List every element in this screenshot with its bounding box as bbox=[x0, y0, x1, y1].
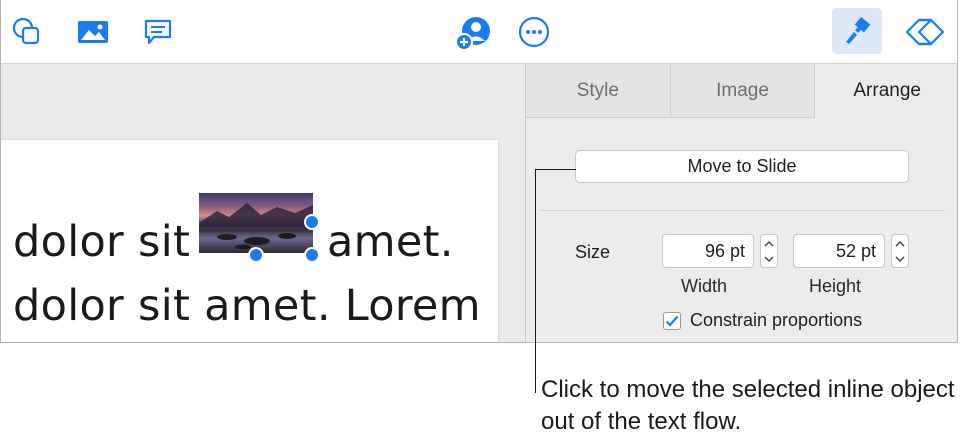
callout-leader-line bbox=[535, 169, 536, 393]
width-label: Width bbox=[681, 276, 728, 296]
tab-image[interactable]: Image bbox=[670, 64, 816, 118]
divider bbox=[540, 210, 945, 211]
slide-text-before-image: dolor sit bbox=[13, 217, 191, 267]
media-icon bbox=[78, 21, 108, 43]
comment-icon bbox=[144, 19, 172, 45]
slide-canvas: dolor sit amet. dolor sit amet. Lorem bbox=[1, 64, 526, 342]
width-field[interactable]: 96 pt bbox=[662, 234, 754, 268]
toolbar bbox=[1, 0, 957, 64]
app-window: dolor sit amet. dolor sit amet. Lorem St… bbox=[0, 0, 958, 343]
mountain-lake-image-icon bbox=[199, 203, 313, 250]
format-sidebar: Style Image Arrange Move to Slide Size 9… bbox=[526, 64, 957, 342]
callout-leader-tick bbox=[535, 169, 576, 170]
constrain-proportions-row[interactable]: Constrain proportions bbox=[663, 310, 862, 331]
height-label: Height bbox=[809, 276, 862, 296]
chevron-down-icon bbox=[895, 255, 905, 262]
more-icon bbox=[518, 16, 550, 48]
resize-handle-bottom-right[interactable] bbox=[304, 247, 320, 263]
resize-handle-bottom-center[interactable] bbox=[248, 247, 264, 263]
shape-button[interactable] bbox=[9, 14, 45, 50]
collaborate-button[interactable] bbox=[453, 13, 493, 53]
animate-icon bbox=[905, 18, 945, 46]
chevron-up-icon bbox=[764, 240, 774, 247]
more-button[interactable] bbox=[516, 14, 552, 50]
sidebar-tabs: Style Image Arrange bbox=[526, 64, 957, 118]
height-field[interactable]: 52 pt bbox=[793, 234, 885, 268]
slide-text-after-image[interactable]: amet. bbox=[327, 217, 454, 267]
height-stepper[interactable] bbox=[891, 234, 909, 268]
slide-text-line-2[interactable]: dolor sit amet. Lorem bbox=[13, 281, 481, 331]
resize-handle-top-right[interactable] bbox=[304, 214, 320, 230]
width-stepper[interactable] bbox=[760, 234, 778, 268]
tab-style[interactable]: Style bbox=[526, 64, 671, 118]
inline-image[interactable] bbox=[199, 193, 313, 253]
chevron-down-icon bbox=[764, 255, 774, 262]
comment-button[interactable] bbox=[140, 14, 176, 50]
tab-arrange[interactable]: Arrange bbox=[815, 64, 957, 118]
move-to-slide-button[interactable]: Move to Slide bbox=[575, 150, 909, 183]
collaborate-icon bbox=[455, 17, 490, 51]
format-button[interactable] bbox=[832, 8, 882, 54]
shape-icon bbox=[12, 17, 40, 45]
chevron-up-icon bbox=[895, 240, 905, 247]
constrain-proportions-label: Constrain proportions bbox=[690, 310, 863, 330]
checkmark-icon bbox=[665, 315, 679, 327]
media-button[interactable] bbox=[75, 14, 111, 50]
callout-text: Click to move the selected inline object… bbox=[541, 376, 955, 435]
animate-button[interactable] bbox=[901, 12, 947, 52]
slide-text-line-1[interactable]: dolor sit bbox=[13, 217, 190, 267]
format-icon bbox=[846, 16, 871, 44]
constrain-proportions-checkbox[interactable] bbox=[663, 311, 681, 330]
size-label: Size bbox=[575, 242, 611, 262]
